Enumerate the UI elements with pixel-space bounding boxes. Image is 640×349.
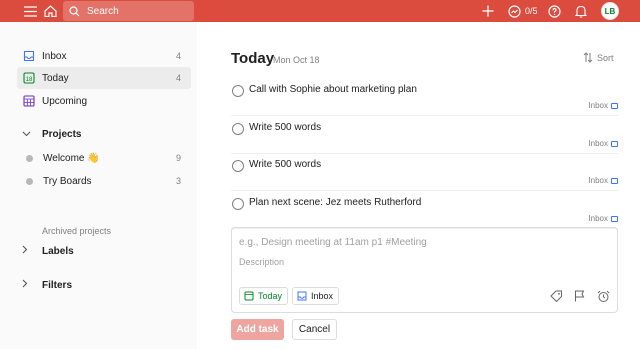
- sidebar-item-label: Upcoming: [42, 95, 88, 107]
- inbox-icon: [23, 50, 35, 62]
- add-task-plus-icon[interactable]: [481, 0, 495, 22]
- sidebar-item-count: 4: [175, 51, 181, 61]
- sort-icon: [583, 52, 593, 63]
- sort-button[interactable]: Sort: [583, 52, 614, 63]
- task-project[interactable]: Inbox: [588, 101, 618, 110]
- calendar-grid-icon: [23, 95, 35, 107]
- task-item[interactable]: Write 500 words Inbox: [231, 153, 618, 191]
- inbox-icon: [297, 291, 307, 301]
- alarm-clock-icon[interactable]: [596, 289, 610, 303]
- task-project-label: Inbox: [588, 176, 608, 185]
- menu-icon[interactable]: [22, 0, 38, 22]
- task-item[interactable]: Write 500 words Inbox: [231, 116, 618, 154]
- project-label: Welcome 👋: [43, 152, 100, 164]
- search-input[interactable]: Search: [63, 1, 194, 21]
- project-count: 9: [175, 153, 181, 163]
- sidebar-item-label: Inbox: [42, 50, 67, 62]
- projects-label: Projects: [42, 128, 82, 140]
- inbox-icon: [611, 140, 618, 147]
- cancel-button[interactable]: Cancel: [292, 319, 337, 340]
- label-tag-icon[interactable]: [549, 289, 563, 303]
- task-name-input[interactable]: e.g., Design meeting at 11am p1 #Meeting: [239, 237, 427, 248]
- task-project[interactable]: Inbox: [588, 176, 618, 185]
- page-title: Today: [231, 50, 275, 67]
- task-checkbox[interactable]: [232, 85, 244, 97]
- chevron-right-icon[interactable]: [22, 279, 34, 291]
- task-editor: e.g., Design meeting at 11am p1 #Meeting…: [231, 227, 618, 313]
- filters-section-header[interactable]: Filters: [22, 278, 72, 292]
- filters-label: Filters: [42, 279, 73, 291]
- page-date: Mon Oct 18: [273, 55, 320, 65]
- task-checkbox[interactable]: [232, 123, 244, 135]
- due-date-label: Today: [258, 291, 283, 301]
- task-project-label: Inbox: [588, 139, 608, 148]
- sidebar-item-today[interactable]: 18 Today 4: [17, 67, 191, 89]
- sidebar-project-welcome[interactable]: Welcome 👋 9: [22, 148, 191, 168]
- task-content[interactable]: Write 500 words: [249, 122, 321, 133]
- calendar-today-icon: 18: [23, 72, 35, 84]
- task-checkbox[interactable]: [232, 160, 244, 172]
- top-bar: Search 0/5 LB: [0, 0, 640, 22]
- project-count: 3: [175, 176, 181, 186]
- calendar-today-icon: [244, 291, 254, 301]
- task-item[interactable]: Call with Sophie about marketing plan In…: [231, 78, 618, 116]
- add-task-button[interactable]: Add task: [231, 319, 284, 340]
- project-color-dot: [26, 154, 33, 162]
- task-content[interactable]: Write 500 words: [249, 159, 321, 170]
- search-icon: [69, 5, 80, 17]
- projects-section-header[interactable]: Projects: [22, 127, 81, 141]
- task-project[interactable]: Inbox: [588, 214, 618, 223]
- labels-section-header[interactable]: Labels: [22, 244, 74, 258]
- main-content: Today Mon Oct 18 Sort Call with Sophie a…: [197, 22, 640, 349]
- chevron-right-icon[interactable]: [22, 245, 34, 257]
- sidebar-item-upcoming[interactable]: Upcoming: [17, 90, 191, 112]
- home-icon[interactable]: [42, 0, 58, 22]
- task-description-input[interactable]: Description: [239, 257, 284, 267]
- productivity-icon[interactable]: [507, 0, 522, 22]
- chevron-down-icon[interactable]: [22, 129, 34, 140]
- sidebar-item-label: Today: [42, 72, 69, 84]
- sidebar-item-inbox[interactable]: Inbox 4: [17, 45, 191, 67]
- task-project-label: Inbox: [588, 101, 608, 110]
- inbox-icon: [611, 177, 618, 184]
- avatar[interactable]: LB: [601, 2, 619, 20]
- project-chip-label: Inbox: [311, 291, 334, 301]
- project-color-dot: [26, 177, 33, 185]
- inbox-icon: [611, 215, 618, 222]
- task-checkbox[interactable]: [232, 198, 244, 210]
- help-icon[interactable]: [547, 0, 561, 22]
- project-label: Try Boards: [43, 175, 92, 187]
- sidebar-item-count: 4: [175, 73, 181, 83]
- sort-label: Sort: [597, 52, 614, 63]
- archived-projects-link[interactable]: Archived projects: [42, 226, 111, 236]
- project-chip[interactable]: Inbox: [292, 287, 340, 305]
- sidebar-project-try-boards[interactable]: Try Boards 3: [22, 171, 191, 191]
- priority-flag-icon[interactable]: [572, 289, 586, 303]
- task-item[interactable]: Plan next scene: Jez meets Rutherford In…: [231, 191, 618, 229]
- search-placeholder: Search: [87, 5, 119, 17]
- labels-label: Labels: [42, 245, 74, 257]
- task-content[interactable]: Plan next scene: Jez meets Rutherford: [249, 197, 421, 208]
- due-date-chip[interactable]: Today: [239, 287, 289, 305]
- sidebar: Inbox 4 18 Today 4 Upcoming Projects Wel…: [0, 22, 197, 349]
- svg-text:18: 18: [26, 77, 33, 83]
- task-content[interactable]: Call with Sophie about marketing plan: [249, 84, 417, 95]
- karma-progress[interactable]: 0/5: [525, 0, 538, 22]
- bell-icon[interactable]: [574, 0, 588, 22]
- task-project[interactable]: Inbox: [588, 139, 618, 148]
- task-project-label: Inbox: [588, 214, 608, 223]
- inbox-icon: [611, 102, 618, 109]
